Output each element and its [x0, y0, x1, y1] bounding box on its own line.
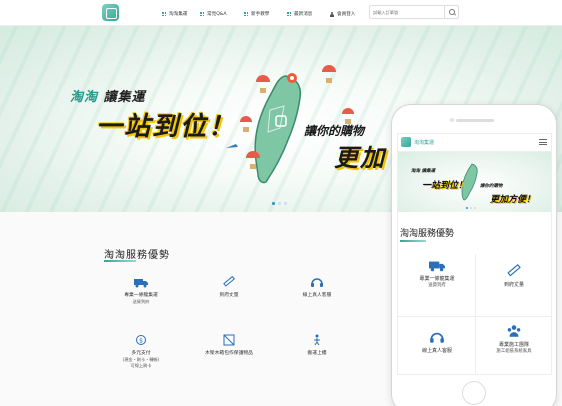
carousel-dots [272, 202, 287, 205]
grid-icon [162, 12, 166, 16]
mobile-hero-line-4: 更加方便！ [490, 195, 536, 205]
carousel-dot[interactable] [470, 207, 472, 209]
section-title: 淘淘服務優勢 [104, 250, 170, 261]
phone-mockup: 淘淘集運 淘淘 讓集運 一站到位！ 讓你的購物 更加方便！ 淘淘服務優勢 專業一… [391, 104, 557, 406]
carousel-dots [466, 207, 476, 209]
phone-camera [450, 118, 454, 122]
mobile-logo[interactable] [401, 137, 411, 147]
search-box [369, 5, 459, 19]
nav-item-faq[interactable]: 常見Q&A [200, 8, 227, 20]
truck-icon [134, 279, 148, 288]
phone-home-button[interactable] [462, 381, 486, 405]
nav-item-login[interactable]: 會員登入 [330, 8, 355, 20]
service-item: 到府丈量 [189, 276, 269, 299]
nav-label: 會員登入 [337, 12, 356, 17]
nav-item-news[interactable]: 最新消息 [287, 8, 312, 20]
mobile-brand: 淘淘集運 [414, 140, 435, 146]
carousel-dot[interactable] [272, 202, 275, 205]
mobile-service-item: 到府丈量 [479, 264, 549, 289]
mobile-hero-line-3: 讓你的購物 [480, 184, 503, 189]
divider [475, 254, 476, 374]
carousel-dot[interactable] [474, 207, 476, 209]
hero-tagline-2: 讓你的購物 [304, 124, 365, 138]
payment-icon: $ [136, 335, 146, 345]
truck-icon [429, 261, 445, 272]
service-item: $ 多元支付 (現金・刷卡・轉帳) 可線上刷卡 [101, 334, 181, 369]
divider [398, 316, 551, 317]
service-item: 線上真人客服 [277, 276, 357, 299]
hero-headline-1: 一站到位！ [96, 112, 237, 142]
grid-icon [287, 12, 291, 16]
service-item: 搬運上樓 [277, 334, 357, 357]
section-underline [400, 240, 426, 242]
section-underline [104, 260, 136, 262]
hero-headline-2: 更加 [334, 144, 386, 172]
carousel-dot[interactable] [278, 202, 281, 205]
hamburger-menu-icon[interactable] [539, 139, 547, 145]
carousel-dot[interactable] [466, 207, 468, 209]
user-icon [330, 11, 334, 17]
carousel-dot[interactable] [284, 202, 287, 205]
mobile-hero-line-1: 淘淘 讓集運 [411, 169, 436, 174]
mobile-section-title: 淘淘服務優勢 [400, 229, 455, 239]
nav-item-tutorial[interactable]: 新手教學 [244, 8, 269, 20]
search-icon[interactable] [444, 6, 458, 18]
mobile-service-item: 專業施工團隊 施工組裝系統家具 [479, 324, 549, 355]
nav-label: 常見Q&A [207, 12, 227, 17]
mobile-header: 淘淘集運 [398, 134, 551, 152]
crate-icon [223, 334, 235, 346]
nav-label: 淘淘集運 [169, 12, 188, 17]
service-item: 木架木箱包作保護物品 [189, 334, 269, 357]
phone-speaker [456, 119, 494, 122]
logo[interactable] [102, 4, 119, 21]
mobile-service-item: 專業一條龍集運 送貨到府 [402, 258, 472, 289]
top-navigation: 淘淘集運 常見Q&A 新手教學 最新消息 會員登入 [0, 0, 562, 26]
service-item: 專業一條龍集運 送貨到府 [101, 276, 181, 305]
nav-item-taotao[interactable]: 淘淘集運 [162, 8, 187, 20]
hero-tagline-1: 淘淘 讓集運 [70, 90, 146, 105]
grid-icon [200, 12, 204, 16]
grid-icon [244, 12, 248, 16]
mobile-hero-line-2: 一站到位！ [422, 181, 468, 191]
svg-text:$: $ [139, 337, 143, 344]
mobile-screen: 淘淘集運 淘淘 讓集運 一站到位！ 讓你的購物 更加方便！ 淘淘服務優勢 專業一… [397, 133, 552, 375]
mobile-service-item: 線上真人客服 [402, 330, 472, 355]
team-icon [507, 325, 521, 337]
ruler-icon [507, 264, 521, 277]
headset-icon [430, 332, 444, 343]
mobile-hero-banner[interactable]: 淘淘 讓集運 一站到位！ 讓你的購物 更加方便！ [398, 152, 551, 212]
nav-label: 最新消息 [294, 12, 313, 17]
search-input[interactable] [373, 8, 441, 17]
stairs-icon [314, 334, 320, 346]
ruler-icon [223, 276, 235, 287]
nav-label: 新手教學 [251, 12, 270, 17]
headset-icon [311, 278, 323, 287]
